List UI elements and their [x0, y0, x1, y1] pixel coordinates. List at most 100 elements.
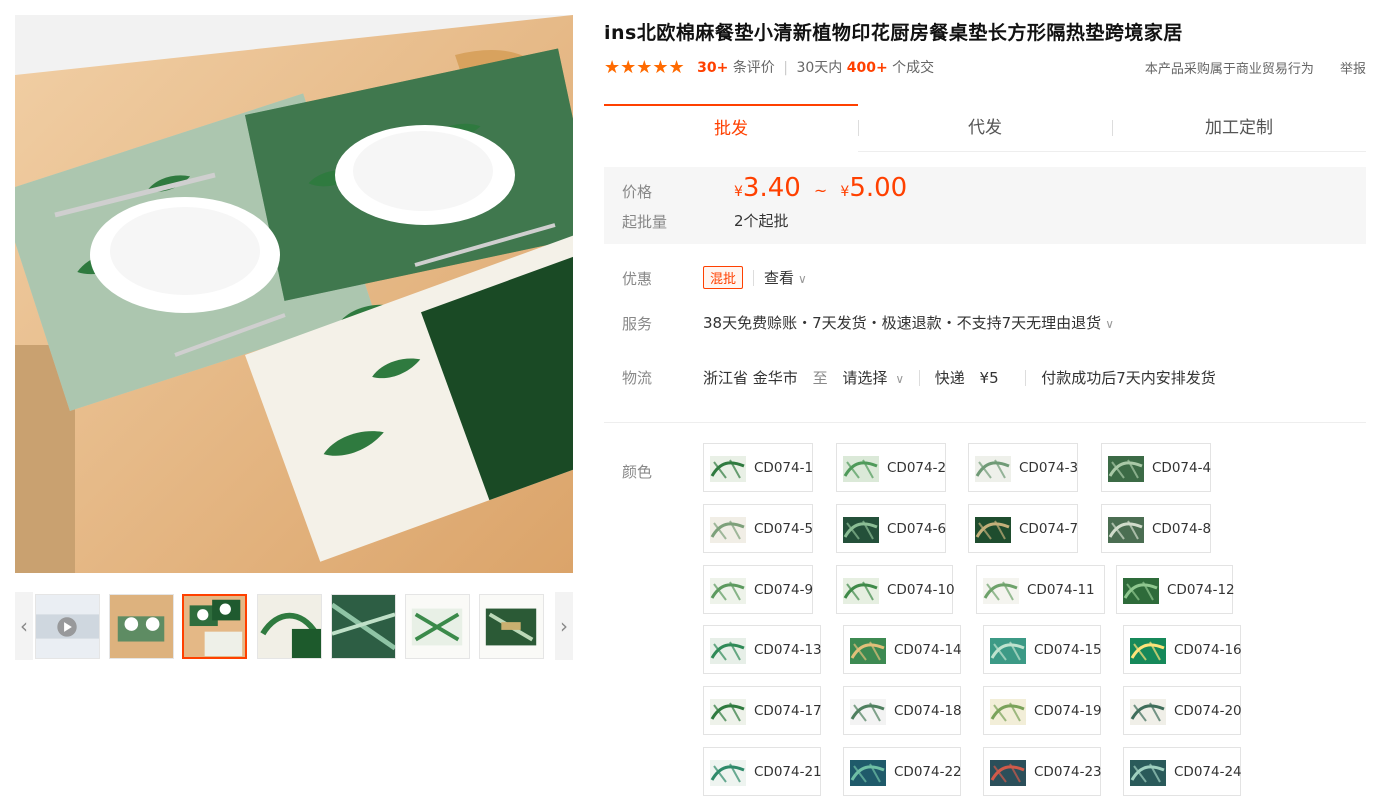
- sold-count: 400+: [846, 60, 888, 76]
- ship-fee: ¥5: [979, 369, 999, 387]
- color-option-label: CD074-18: [894, 703, 962, 719]
- currency-symbol: ¥: [734, 184, 743, 200]
- product-title: ins北欧棉麻餐垫小清新植物印花厨房餐桌垫长方形隔热垫跨境家居: [604, 22, 1183, 44]
- promo-view-link[interactable]: 查看: [764, 269, 794, 287]
- color-swatch-image: [710, 638, 746, 664]
- color-option-label: CD074-14: [894, 642, 962, 658]
- color-option[interactable]: CD074-4: [1101, 443, 1211, 492]
- chevron-down-icon[interactable]: ∨: [798, 272, 807, 286]
- report-link[interactable]: 举报: [1340, 62, 1366, 77]
- color-option[interactable]: CD074-3: [968, 443, 1078, 492]
- rating-stars: ★★★★★: [604, 57, 685, 78]
- color-option[interactable]: CD074-8: [1101, 504, 1211, 553]
- thumbnail-video[interactable]: [35, 594, 100, 659]
- color-swatch-image: [1130, 699, 1166, 725]
- color-swatch-image: [975, 517, 1011, 543]
- sold-label: 个成交: [892, 60, 935, 76]
- color-option-label: CD074-20: [1174, 703, 1242, 719]
- color-option-label: CD074-15: [1034, 642, 1102, 658]
- color-option-label: CD074-19: [1034, 703, 1102, 719]
- price-high: 5.00: [849, 173, 908, 203]
- thumbnail-strip: ‹ ›: [15, 592, 573, 660]
- color-option-label: CD074-6: [887, 521, 947, 537]
- main-product-image[interactable]: [15, 15, 573, 573]
- trade-notice-link[interactable]: 本产品采购属于商业贸易行为: [1145, 62, 1314, 77]
- color-swatch-image: [710, 699, 746, 725]
- tab-wholesale[interactable]: 批发: [604, 104, 858, 152]
- color-option-label: CD074-1: [754, 460, 814, 476]
- currency-symbol: ¥: [840, 184, 850, 200]
- color-swatch-image: [710, 517, 746, 543]
- color-swatch-image: [850, 760, 886, 786]
- color-option-label: CD074-4: [1152, 460, 1212, 476]
- color-swatch-image: [983, 578, 1019, 604]
- color-option[interactable]: CD074-22: [843, 747, 962, 796]
- color-option[interactable]: CD074-12: [1116, 565, 1235, 614]
- color-option[interactable]: CD074-21: [703, 747, 822, 796]
- color-option[interactable]: CD074-15: [983, 625, 1102, 674]
- color-option[interactable]: CD074-7: [968, 504, 1078, 553]
- color-option[interactable]: CD074-9: [703, 565, 813, 614]
- promo-label: 优惠: [622, 270, 653, 288]
- color-option[interactable]: CD074-14: [843, 625, 962, 674]
- color-option[interactable]: CD074-6: [836, 504, 946, 553]
- min-qty-value: 2个起批: [734, 212, 789, 230]
- color-swatch-image: [1108, 517, 1144, 543]
- color-option[interactable]: CD074-2: [836, 443, 946, 492]
- thumbnail-5[interactable]: [331, 594, 396, 659]
- color-option[interactable]: CD074-16: [1123, 625, 1242, 674]
- color-option[interactable]: CD074-20: [1123, 686, 1242, 735]
- chevron-down-icon[interactable]: ∨: [895, 372, 904, 386]
- color-option[interactable]: CD074-13: [703, 625, 822, 674]
- color-swatch-image: [975, 456, 1011, 482]
- color-option-label: CD074-23: [1034, 764, 1102, 780]
- color-option[interactable]: CD074-19: [983, 686, 1102, 735]
- purchase-mode-tabs: 批发 代发 加工定制: [604, 104, 1366, 152]
- thumbnail-7[interactable]: [479, 594, 544, 659]
- tab-customize[interactable]: 加工定制: [1112, 104, 1366, 152]
- color-option-label: CD074-9: [754, 582, 814, 598]
- color-swatch-image: [843, 456, 879, 482]
- color-option[interactable]: CD074-10: [836, 565, 955, 614]
- color-option-label: CD074-22: [894, 764, 962, 780]
- tab-dropship[interactable]: 代发: [858, 104, 1112, 152]
- thumbnail-3[interactable]: [182, 594, 247, 659]
- chevron-down-icon[interactable]: ∨: [1105, 317, 1114, 331]
- color-option-label: CD074-10: [887, 582, 955, 598]
- color-option[interactable]: CD074-18: [843, 686, 962, 735]
- meta-separator: |: [783, 60, 788, 76]
- price-range: ¥3.40 ~ ¥5.00: [734, 173, 907, 203]
- ship-note: 付款成功后7天内安排发货: [1041, 369, 1216, 387]
- color-option[interactable]: CD074-24: [1123, 747, 1242, 796]
- color-option[interactable]: CD074-11: [976, 565, 1105, 614]
- destination-select[interactable]: 请选择: [842, 369, 887, 387]
- color-option-label: CD074-3: [1019, 460, 1079, 476]
- color-option[interactable]: CD074-23: [983, 747, 1102, 796]
- chevron-right-icon[interactable]: ›: [555, 592, 573, 660]
- section-divider: [604, 422, 1366, 423]
- color-swatch-image: [710, 456, 746, 482]
- color-option[interactable]: CD074-1: [703, 443, 813, 492]
- color-swatch-image: [1123, 578, 1159, 604]
- color-option-label: CD074-5: [754, 521, 814, 537]
- color-option[interactable]: CD074-5: [703, 504, 813, 553]
- color-option[interactable]: CD074-17: [703, 686, 822, 735]
- promo-separator: [753, 270, 755, 286]
- review-count[interactable]: 30+: [697, 60, 728, 76]
- price-separator: ~: [813, 181, 828, 200]
- logistics-row: 浙江省 金华市 至 请选择 ∨ 快递 ¥5 付款成功后7天内安排发货: [703, 367, 1216, 388]
- meta-links: 本产品采购属于商业贸易行为 举报: [1123, 58, 1366, 77]
- color-option-label: CD074-21: [754, 764, 822, 780]
- thumbnail-4[interactable]: [257, 594, 322, 659]
- color-swatch-image: [843, 578, 879, 604]
- service-row: 38天免费赊账・7天发货・极速退款・不支持7天无理由退货 ∨: [703, 312, 1114, 333]
- thumbnail-2[interactable]: [109, 594, 174, 659]
- color-swatch-image: [990, 699, 1026, 725]
- color-option-label: CD074-24: [1174, 764, 1242, 780]
- color-swatch-image: [710, 578, 746, 604]
- color-option-label: CD074-12: [1167, 582, 1235, 598]
- promo-row: 混批 查看 ∨: [703, 266, 807, 289]
- ship-method: 快递: [934, 369, 965, 387]
- chevron-left-icon[interactable]: ‹: [15, 592, 33, 660]
- thumbnail-6[interactable]: [405, 594, 470, 659]
